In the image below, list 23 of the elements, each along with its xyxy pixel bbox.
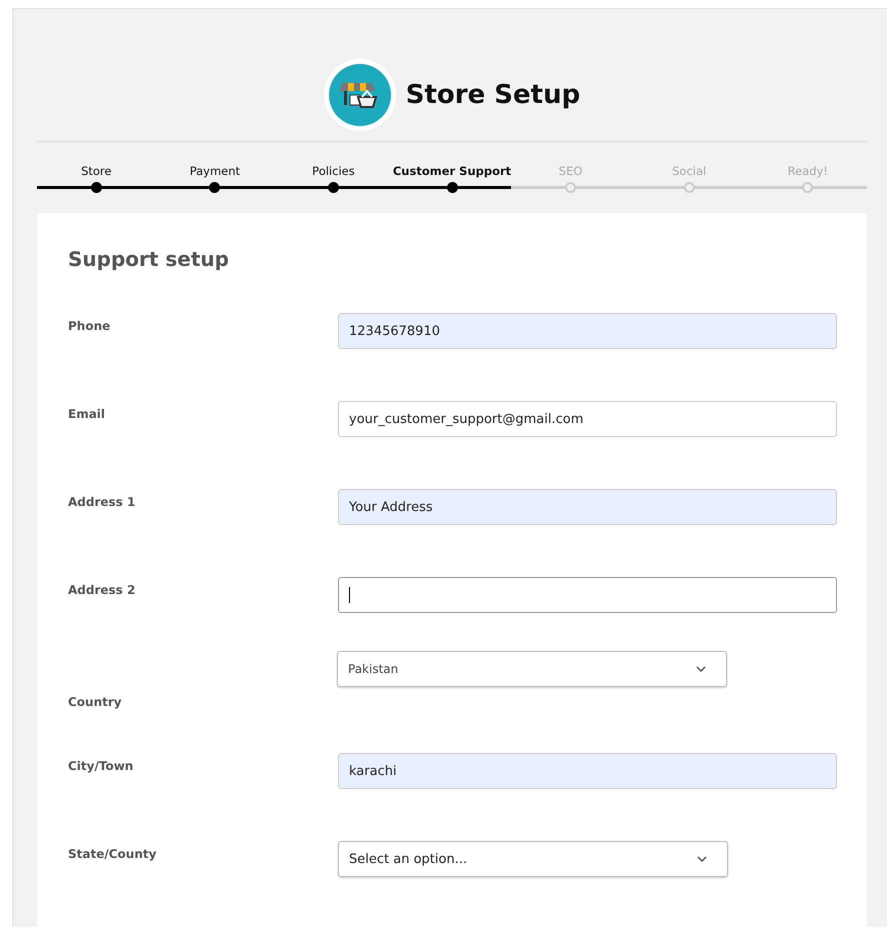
field-label: Address 2: [68, 582, 136, 597]
field-label: Address 1: [68, 494, 136, 509]
step-label[interactable]: Store: [81, 164, 112, 184]
field-label: City/Town: [68, 758, 134, 773]
input-field[interactable]: your_customer_support@gmail.com: [338, 401, 837, 437]
section-title: Support setup: [68, 247, 230, 271]
field-label: State/County: [68, 846, 158, 861]
store-logo-icon: [324, 59, 396, 131]
field-label: Phone: [68, 318, 112, 333]
chevron-down-icon: [696, 666, 706, 672]
input-field[interactable]: 12345678910: [338, 313, 837, 349]
input-field[interactable]: karachi: [338, 753, 837, 789]
step-label[interactable]: Customer Support: [392, 164, 512, 184]
page-title: Store Setup: [406, 80, 580, 110]
step-label[interactable]: Policies: [312, 164, 355, 184]
chevron-down-icon: [697, 856, 707, 862]
step-label[interactable]: Payment: [190, 164, 240, 184]
field-label: Email: [68, 406, 106, 421]
input-field[interactable]: [338, 577, 837, 613]
input-field[interactable]: Your Address: [338, 489, 837, 525]
select-field[interactable]: Pakistan: [337, 651, 727, 687]
field-label: Country: [68, 694, 123, 709]
select-field[interactable]: Select an option...: [338, 841, 728, 877]
